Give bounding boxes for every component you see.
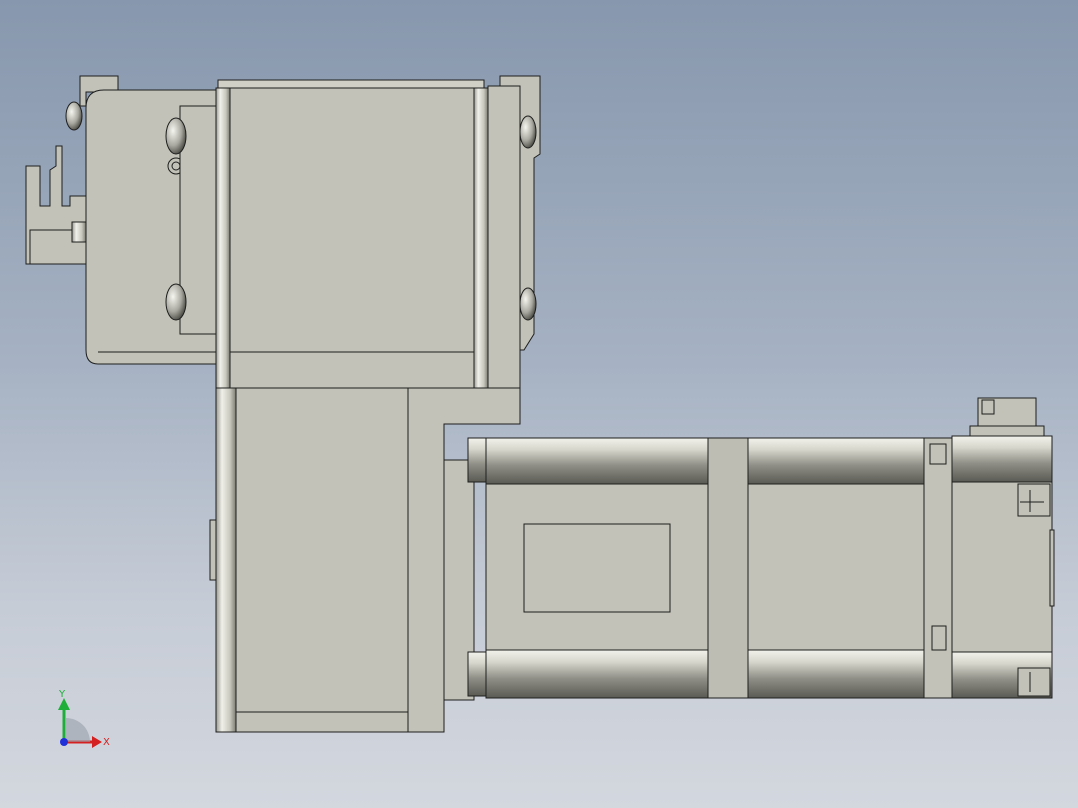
servo-motor[interactable] xyxy=(443,435,1055,701)
coordinate-triad[interactable]: X Y xyxy=(58,689,110,748)
right-bracket-part[interactable] xyxy=(487,75,541,421)
z-rotation-arc-icon xyxy=(66,718,90,742)
motor-connector[interactable] xyxy=(969,397,1045,437)
cad-model-view[interactable]: X Y xyxy=(0,0,1078,808)
z-axis-origin xyxy=(60,738,68,746)
x-axis-label: X xyxy=(103,737,110,748)
graphics-viewport[interactable]: X Y xyxy=(0,0,1078,808)
x-axis-arrowhead xyxy=(92,736,102,748)
y-axis-label: Y xyxy=(58,689,66,700)
